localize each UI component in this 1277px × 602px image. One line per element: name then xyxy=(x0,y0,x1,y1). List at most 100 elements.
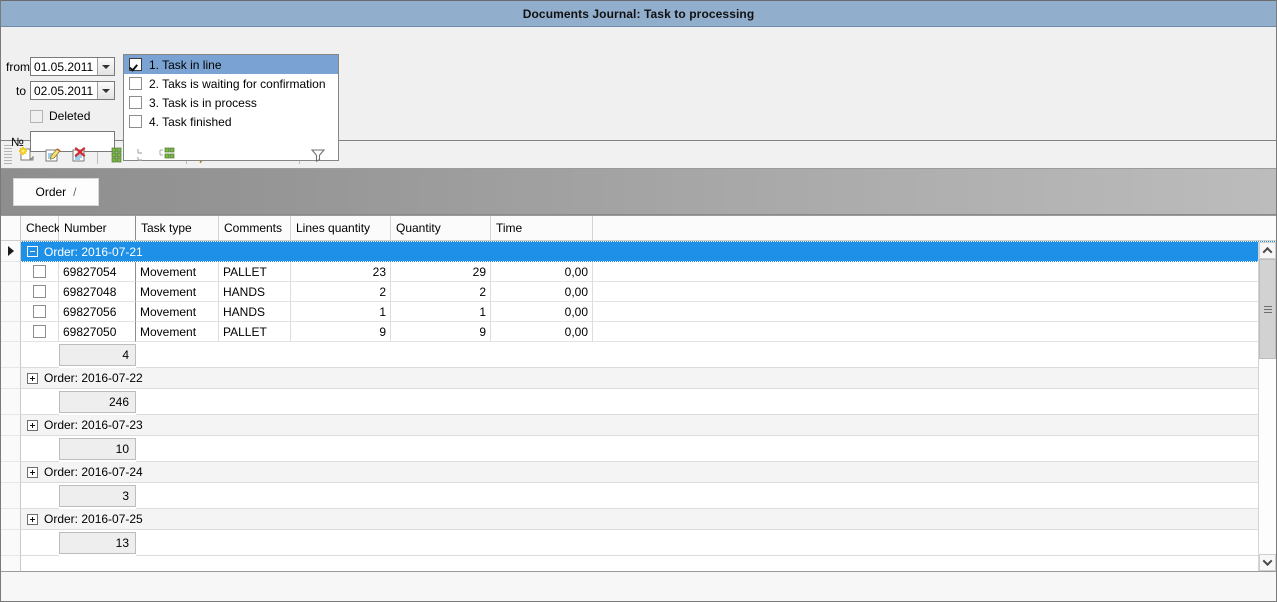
group-row-cell[interactable]: Order: 2016-07-24 xyxy=(21,462,1276,483)
date-from-picker[interactable]: 01.05.2011 xyxy=(30,57,115,76)
date-to-picker[interactable]: 02.05.2011 xyxy=(30,81,115,100)
group-icon[interactable] xyxy=(155,144,181,166)
status-checkbox[interactable] xyxy=(129,115,142,128)
expand-group-icon[interactable] xyxy=(27,372,38,384)
column-header-comments[interactable]: Comments xyxy=(219,216,291,240)
group-summary-row: 13 xyxy=(1,530,1276,556)
cell-filler xyxy=(593,262,1276,282)
table-row[interactable]: 69827056 Movement HANDS 1 1 0,00 xyxy=(1,302,1276,322)
table-row[interactable]: 69827054 Movement PALLET 23 29 0,00 xyxy=(1,262,1276,282)
expand-all-icon[interactable] xyxy=(103,144,129,166)
cell-number: 69827048 xyxy=(59,282,136,302)
summary-filler xyxy=(136,530,1276,556)
row-check-cell[interactable] xyxy=(21,322,59,342)
date-to-dropdown-button[interactable] xyxy=(97,82,114,99)
status-checkbox[interactable] xyxy=(129,77,142,90)
column-header-time[interactable]: Time xyxy=(491,216,593,240)
group-row[interactable]: Order: 2016-07-23 xyxy=(1,415,1276,436)
status-list-item[interactable]: 2. Taks is waiting for confirmation xyxy=(124,74,338,93)
column-header-filler xyxy=(593,216,1276,240)
column-header-check[interactable]: Check xyxy=(21,216,60,240)
cell-comments: HANDS xyxy=(219,282,291,302)
cell-number: 69827056 xyxy=(59,302,136,322)
row-indicator xyxy=(1,436,21,462)
row-check-cell[interactable] xyxy=(21,302,59,322)
deleted-label: Deleted xyxy=(49,109,91,123)
column-header-task-type[interactable]: Task type xyxy=(136,216,219,240)
cell-comments: HANDS xyxy=(219,302,291,322)
expand-group-icon[interactable] xyxy=(27,466,38,478)
group-row-cell[interactable]: Order: 2016-07-21 xyxy=(21,241,1276,262)
group-row[interactable]: Order: 2016-07-22 xyxy=(1,368,1276,389)
table-row[interactable]: 69827048 Movement HANDS 2 2 0,00 xyxy=(1,282,1276,302)
deleted-checkbox[interactable] xyxy=(30,109,43,123)
status-list-item[interactable]: 3. Task is in process xyxy=(124,93,338,112)
date-from-dropdown-button[interactable] xyxy=(97,58,114,75)
summary-pad xyxy=(21,483,59,509)
cell-lines-quantity: 2 xyxy=(291,282,391,302)
group-by-chip-order[interactable]: Order / xyxy=(13,177,99,206)
group-row[interactable]: Order: 2016-07-25 xyxy=(1,509,1276,530)
column-header-quantity[interactable]: Quantity xyxy=(391,216,491,240)
current-row-arrow-icon xyxy=(7,246,14,256)
column-header-number[interactable]: Number xyxy=(59,216,136,240)
grid-vertical-scrollbar[interactable] xyxy=(1258,242,1276,571)
table-row[interactable]: 69827050 Movement PALLET 9 9 0,00 xyxy=(1,322,1276,342)
new-document-icon[interactable] xyxy=(14,144,40,166)
cell-time: 0,00 xyxy=(491,262,593,282)
status-checkbox[interactable] xyxy=(129,58,142,71)
summary-pad xyxy=(21,530,59,556)
grid-empty-filler xyxy=(21,556,1276,571)
collapse-group-icon[interactable] xyxy=(27,246,38,257)
group-summary-value: 10 xyxy=(59,438,136,460)
date-from-value: 01.05.2011 xyxy=(34,59,94,74)
group-row-cell[interactable]: Order: 2016-07-22 xyxy=(21,368,1276,389)
status-list-item[interactable]: 1. Task in line xyxy=(124,55,338,74)
date-to-row: to 02.05.2011 xyxy=(6,81,115,100)
row-indicator xyxy=(1,241,21,262)
cell-quantity: 9 xyxy=(391,322,491,342)
delete-document-icon[interactable] xyxy=(66,144,92,166)
status-list-item[interactable]: 4. Task finished xyxy=(124,112,338,131)
scroll-up-button[interactable] xyxy=(1259,242,1276,259)
date-from-label: from xyxy=(6,59,30,74)
group-row-cell[interactable]: Order: 2016-07-25 xyxy=(21,509,1276,530)
cell-lines-quantity: 23 xyxy=(291,262,391,282)
deleted-checkbox-row[interactable]: Deleted xyxy=(30,109,90,123)
group-row-label: Order: 2016-07-23 xyxy=(44,418,143,432)
group-summary-row: 3 xyxy=(1,483,1276,509)
column-header-lines-quantity[interactable]: Lines quantity xyxy=(291,216,391,240)
row-checkbox[interactable] xyxy=(33,305,46,318)
scrollbar-track[interactable] xyxy=(1259,259,1276,554)
summary-filler xyxy=(136,342,1276,368)
cell-task-type: Movement xyxy=(136,322,219,342)
expand-group-icon[interactable] xyxy=(27,513,38,525)
expand-group-icon[interactable] xyxy=(27,419,38,431)
row-check-cell[interactable] xyxy=(21,282,59,302)
status-checkbox[interactable] xyxy=(129,96,142,109)
funnel-icon[interactable] xyxy=(305,144,331,166)
cell-lines-quantity: 9 xyxy=(291,322,391,342)
group-by-panel[interactable]: Order / xyxy=(1,169,1276,215)
row-indicator xyxy=(1,462,21,483)
row-indicator xyxy=(1,262,21,282)
group-summary-value: 246 xyxy=(59,391,136,413)
scroll-down-button[interactable] xyxy=(1259,554,1276,571)
row-indicator xyxy=(1,389,21,415)
row-indicator xyxy=(1,302,21,322)
group-row-cell[interactable]: Order: 2016-07-23 xyxy=(21,415,1276,436)
collapse-all-icon[interactable] xyxy=(129,144,155,166)
group-by-chip-label: Order xyxy=(35,184,67,199)
group-row[interactable]: Order: 2016-07-24 xyxy=(1,462,1276,483)
date-from-row: from 01.05.2011 xyxy=(6,57,115,76)
row-check-cell[interactable] xyxy=(21,262,59,282)
row-checkbox[interactable] xyxy=(33,325,46,338)
row-checkbox[interactable] xyxy=(33,285,46,298)
group-row[interactable]: Order: 2016-07-21 xyxy=(1,241,1276,262)
scrollbar-thumb[interactable] xyxy=(1259,259,1276,359)
window-title: Documents Journal: Task to processing xyxy=(522,6,755,21)
row-checkbox[interactable] xyxy=(33,265,46,278)
edit-document-icon[interactable] xyxy=(40,144,66,166)
application-window: Documents Journal: Task to processing fr… xyxy=(0,0,1277,602)
cell-lines-quantity: 1 xyxy=(291,302,391,322)
